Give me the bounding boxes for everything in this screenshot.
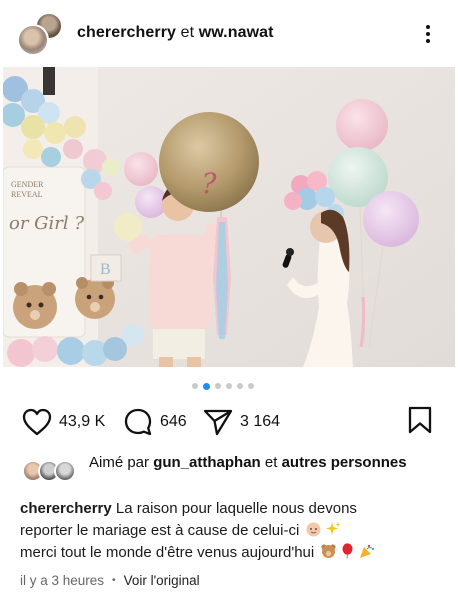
liked-by-text: Aimé par gun_atthaphan et autres personn… [89,453,419,473]
backdrop-text: REVEAL [11,190,43,199]
baby-emoji-icon [306,522,321,537]
author-username[interactable]: cherercherry [77,24,176,41]
collab-avatars[interactable] [17,12,67,58]
carousel-dot [226,383,232,389]
coauthor-username[interactable]: ww.nawat [199,24,274,41]
block-letter: B [100,261,111,278]
teddy-bear-icon [321,544,337,558]
carousel-dot [248,383,254,389]
carousel-dot-active [203,382,210,390]
post-photo-illustration: GENDER REVEAL or Girl ? B ? [3,67,455,367]
post-caption: cherercherry La raison pour laquelle nou… [20,498,440,564]
share-button[interactable]: 3 164 [203,404,280,440]
teddy-bear-right [75,277,115,319]
liker-avatars [22,460,80,482]
comment-count[interactable]: 646 [160,413,187,431]
post-meta: il y a 3 heures • Voir l'original [20,573,200,588]
other-likers-link[interactable]: autres personnes [282,454,407,471]
sparkles-icon [326,522,341,535]
caption-text-2: reporter le mariage est à cause de celui… [20,522,300,539]
backdrop-script: or Girl ? [9,213,84,234]
bookmark-icon[interactable] [407,405,433,435]
comment-button[interactable]: 646 [123,404,187,440]
share-count[interactable]: 3 164 [240,413,280,431]
like-button[interactable]: 43,9 K [22,404,105,440]
post-authors[interactable]: cherercherry et ww.nawat [77,24,274,42]
balloon-question: ? [201,167,217,200]
caption-text-3: merci tout le monde d'être venus aujourd… [20,544,315,561]
liker-username[interactable]: gun_atthaphan [153,454,261,471]
post-timestamp: il y a 3 heures [20,573,105,588]
action-bar: 43,9 K 646 3 164 [0,404,458,440]
avatar[interactable] [17,24,49,56]
liked-by[interactable]: Aimé par gun_atthaphan et autres personn… [22,451,442,495]
more-options-icon[interactable] [418,22,438,46]
carousel-dot [237,383,243,389]
carousel-indicator [192,381,266,391]
save-button[interactable] [407,405,433,440]
liked-by-prefix: Aimé par [89,454,150,471]
send-icon[interactable] [203,408,233,436]
caption-author[interactable]: cherercherry [20,500,112,517]
backdrop-text: GENDER [11,180,44,189]
teddy-bear-left [13,282,57,329]
carousel-dot [215,383,221,389]
see-original-link[interactable]: Voir l'original [124,573,200,588]
liked-by-connector: et [264,454,278,471]
meta-separator: • [112,575,116,586]
authors-connector: et [180,24,195,41]
balloon-icon [342,543,353,559]
comment-icon[interactable] [123,407,153,437]
caption-text-1: La raison pour laquelle nous devons [115,500,357,517]
post-header: cherercherry et ww.nawat [0,0,458,67]
post-image[interactable]: GENDER REVEAL or Girl ? B ? [3,67,455,367]
like-count[interactable]: 43,9 K [59,413,105,431]
avatar [54,460,76,482]
carousel-dot [192,383,198,389]
party-popper-icon [360,544,375,558]
heart-icon[interactable] [22,408,52,436]
